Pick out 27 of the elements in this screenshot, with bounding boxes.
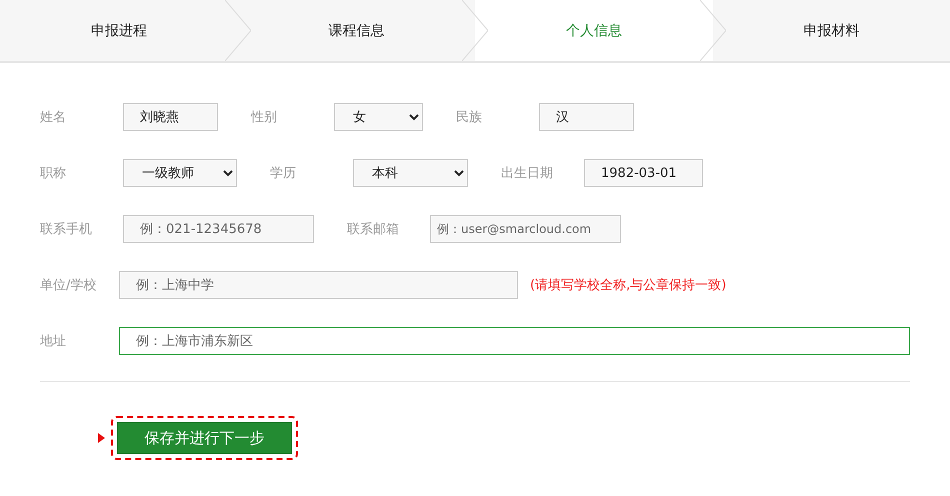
step-tab[interactable]: 申报进程 [0,0,238,61]
input-field[interactable]: 1982-03-01 [584,159,703,187]
field-label: 单位/学校 [40,277,98,294]
field-label: 姓名 [40,109,67,126]
dropdown[interactable]: 女 [334,103,423,131]
dropdown[interactable]: 一级教师 [123,159,237,187]
step-tab[interactable]: 课程信息 [238,0,475,61]
field-label: 学历 [270,165,297,182]
step-tab[interactable]: 申报材料 [712,0,950,61]
field-label: 联系邮箱 [347,221,400,238]
input-field[interactable]: 例：user@smarcloud.com [430,215,621,243]
field-label: 职称 [40,165,67,182]
field-label: 地址 [40,333,67,350]
dropdown[interactable]: 本科 [353,159,468,187]
field-label: 性别 [251,109,278,126]
pointer-icon [98,433,105,443]
input-field[interactable]: 汉 [539,103,634,131]
hint-text: (请填写学校全称,与公章保持一致) [530,277,726,294]
input-field[interactable]: 例：上海中学 [119,271,518,299]
input-field[interactable]: 例：上海市浦东新区 [119,327,910,355]
step-tab[interactable]: 个人信息 [475,0,712,61]
field-label: 民族 [456,109,483,126]
save-next-button[interactable]: 保存并进行下一步 [117,422,292,454]
field-label: 出生日期 [501,165,554,182]
input-field[interactable]: 刘晓燕 [123,103,218,131]
input-field[interactable]: 例：021-12345678 [123,215,314,243]
field-label: 联系手机 [40,221,93,238]
